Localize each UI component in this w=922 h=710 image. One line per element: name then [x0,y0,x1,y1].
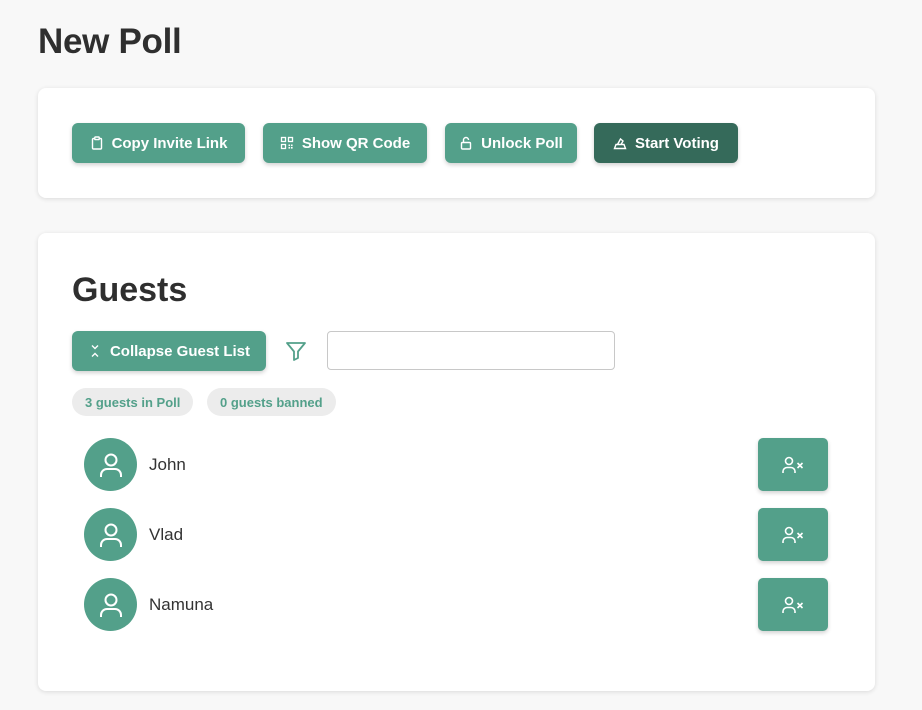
user-icon [99,593,122,617]
collapse-guest-list-button[interactable]: Collapse Guest List [72,331,266,371]
user-x-icon [782,596,804,613]
guests-in-poll-badge: 3 guests in Poll [72,388,194,416]
guests-banned-badge: 0 guests banned [207,388,336,416]
start-voting-label: Start Voting [635,134,719,152]
guest-search-input[interactable] [327,331,615,370]
user-x-icon [782,526,804,543]
page-title: New Poll [38,22,182,61]
guest-row: John [84,438,828,492]
poll-actions-card: Copy Invite Link Show QR Code Unlock Pol… [38,88,875,198]
user-icon [99,523,122,547]
unlock-poll-button[interactable]: Unlock Poll [445,123,577,163]
ban-guest-button[interactable] [758,438,828,491]
ban-guest-button[interactable] [758,508,828,561]
start-voting-button[interactable]: Start Voting [594,123,738,163]
user-x-icon [782,456,804,473]
show-qr-code-button[interactable]: Show QR Code [263,123,427,163]
ban-guest-button[interactable] [758,578,828,631]
show-qr-code-label: Show QR Code [301,134,411,152]
user-icon [99,453,122,477]
qr-code-icon [280,136,293,150]
guest-row: Vlad [84,508,828,562]
filter-icon[interactable] [284,339,308,363]
unlock-poll-label: Unlock Poll [481,134,563,152]
collapse-guest-list-label: Collapse Guest List [109,342,251,360]
guests-card: Guests Collapse Guest List 3 guests in P… [38,233,875,691]
guest-name: Namuna [149,595,214,614]
copy-invite-link-button[interactable]: Copy Invite Link [72,123,245,163]
guest-row: Namuna [84,578,828,632]
collapse-arrows-icon [91,345,99,357]
ballot-icon [613,137,627,150]
guest-name: John [149,455,186,474]
guest-name: Vlad [149,525,184,544]
unlock-icon [460,136,472,150]
avatar [84,578,137,631]
copy-invite-link-label: Copy Invite Link [111,134,228,152]
clipboard-icon [91,136,102,150]
avatar [84,508,137,561]
avatar [84,438,137,491]
guests-title: Guests [72,271,188,309]
